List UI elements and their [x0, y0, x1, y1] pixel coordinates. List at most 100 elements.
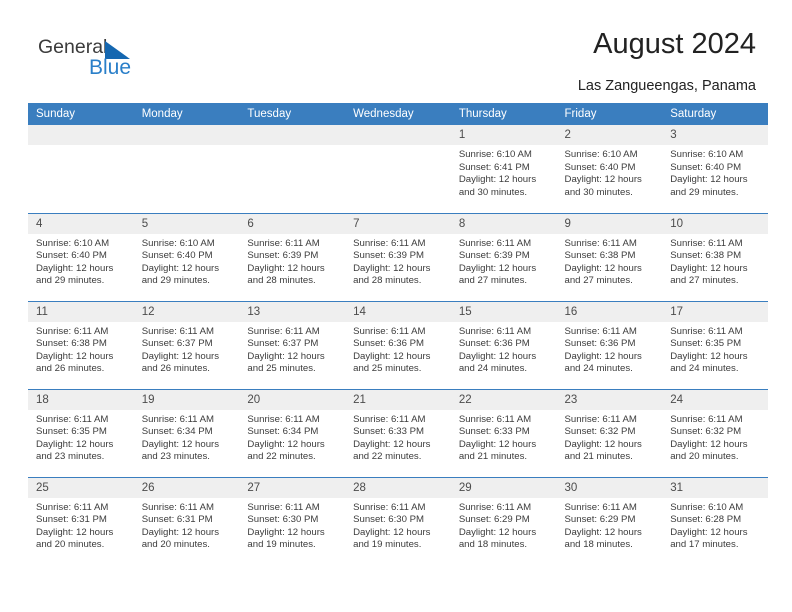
calendar-day-cell[interactable]: 28 Sunrise: 6:11 AM Sunset: 6:30 PM Dayligh… [345, 476, 451, 565]
day-details: Sunrise: 6:10 AM Sunset: 6:40 PM Daylight:… [662, 145, 768, 199]
daylight-text-line2: and 17 minutes. [670, 539, 739, 551]
sunset-text: Sunset: 6:31 PM [141, 514, 213, 526]
daylight-text-line1: Daylight: 12 hours [670, 350, 748, 362]
calendar-day-cell[interactable]: 26 Sunrise: 6:11 AM Sunset: 6:31 PM Dayligh… [133, 476, 240, 565]
day-details: Sunrise: 6:11 AM Sunset: 6:30 PM Daylight:… [239, 498, 345, 552]
calendar-day-cell[interactable]: 23 Sunrise: 6:11 AM Sunset: 6:32 PM Dayligh… [556, 388, 663, 477]
day-number: 30 [556, 477, 663, 498]
daylight-text-line1: Daylight: 12 hours [247, 350, 325, 362]
sunset-text: Sunset: 6:30 PM [247, 514, 319, 526]
sunset-text: Sunset: 6:39 PM [247, 250, 319, 262]
daylight-text-line1: Daylight: 12 hours [564, 526, 642, 538]
daylight-text-line1: Daylight: 12 hours [458, 526, 537, 538]
calendar-day-cell[interactable]: 17 Sunrise: 6:11 AM Sunset: 6:35 PM Dayligh… [662, 300, 768, 389]
weekday-header-saturday: Saturday [662, 103, 768, 125]
sunrise-text: Sunrise: 6:11 AM [458, 413, 532, 425]
day-details: Sunrise: 6:11 AM Sunset: 6:34 PM Daylight:… [239, 410, 345, 464]
daylight-text-line2: and 25 minutes. [353, 363, 422, 375]
day-number: 22 [450, 389, 557, 410]
calendar-day-cell[interactable]: 11 Sunrise: 6:11 AM Sunset: 6:38 PM Dayligh… [28, 300, 134, 389]
calendar-day-cell[interactable]: 30 Sunrise: 6:11 AM Sunset: 6:29 PM Dayligh… [556, 476, 663, 565]
day-details: Sunrise: 6:11 AM Sunset: 6:29 PM Daylight:… [557, 498, 663, 552]
day-number: 19 [133, 389, 240, 410]
day-details: Sunrise: 6:10 AM Sunset: 6:41 PM Daylight:… [451, 145, 557, 199]
day-number: 1 [450, 125, 557, 145]
day-details: Sunrise: 6:11 AM Sunset: 6:32 PM Daylight:… [557, 410, 663, 464]
sunrise-text: Sunrise: 6:10 AM [458, 149, 532, 160]
day-number: 27 [239, 477, 346, 498]
calendar-day-cell[interactable]: 16 Sunrise: 6:11 AM Sunset: 6:36 PM Dayligh… [556, 300, 663, 389]
day-details: Sunrise: 6:11 AM Sunset: 6:34 PM Daylight:… [134, 410, 240, 464]
sunset-text: Sunset: 6:33 PM [458, 426, 530, 438]
day-details: Sunrise: 6:11 AM Sunset: 6:35 PM Daylight:… [662, 322, 768, 376]
daylight-text-line1: Daylight: 12 hours [353, 350, 431, 362]
sunset-text: Sunset: 6:38 PM [564, 250, 636, 262]
sunset-text: Sunset: 6:34 PM [141, 426, 213, 438]
calendar-day-cell[interactable]: 9 Sunrise: 6:11 AM Sunset: 6:38 PM Daylight… [556, 212, 663, 301]
sunrise-text: Sunrise: 6:11 AM [247, 237, 320, 249]
day-number: 13 [239, 301, 346, 322]
sunset-text: Sunset: 6:38 PM [670, 250, 742, 262]
calendar-week-row: 18 Sunrise: 6:11 AM Sunset: 6:35 PM Dayligh… [28, 388, 768, 477]
general-blue-logo[interactable]: General Blue [38, 36, 158, 86]
calendar-day-cell[interactable]: 7 Sunrise: 6:11 AM Sunset: 6:39 PM Daylight… [345, 212, 451, 301]
day-number [239, 125, 346, 145]
sunrise-text: Sunrise: 6:11 AM [141, 325, 215, 337]
sunset-text: Sunset: 6:29 PM [564, 514, 636, 526]
calendar-day-cell[interactable]: 25 Sunrise: 6:11 AM Sunset: 6:31 PM Dayligh… [28, 476, 134, 565]
calendar-day-cell[interactable]: 19 Sunrise: 6:11 AM Sunset: 6:34 PM Dayligh… [133, 388, 240, 477]
day-details: Sunrise: 6:11 AM Sunset: 6:37 PM Daylight:… [134, 322, 240, 376]
calendar-grid: Sunday Monday Tuesday Wednesday Thursday… [28, 103, 768, 565]
calendar-day-cell[interactable]: 8 Sunrise: 6:11 AM Sunset: 6:39 PM Daylight… [450, 212, 557, 301]
calendar-day-cell[interactable]: 22 Sunrise: 6:11 AM Sunset: 6:33 PM Dayligh… [450, 388, 557, 477]
calendar-day-cell[interactable]: 15 Sunrise: 6:11 AM Sunset: 6:36 PM Dayligh… [450, 300, 557, 389]
day-details: Sunrise: 6:11 AM Sunset: 6:38 PM Daylight:… [557, 234, 663, 288]
day-number: 15 [450, 301, 557, 322]
day-details: Sunrise: 6:11 AM Sunset: 6:39 PM Daylight:… [451, 234, 557, 288]
daylight-text-line2: and 29 minutes. [670, 186, 739, 198]
calendar-day-cell[interactable]: 20 Sunrise: 6:11 AM Sunset: 6:34 PM Dayligh… [239, 388, 346, 477]
daylight-text-line2: and 25 minutes. [247, 363, 316, 375]
day-number: 9 [556, 213, 663, 234]
calendar-day-cell[interactable]: 3 Sunrise: 6:10 AM Sunset: 6:40 PM Daylight… [662, 125, 768, 213]
calendar-day-cell[interactable]: 2 Sunrise: 6:10 AM Sunset: 6:40 PM Daylight… [556, 125, 663, 213]
calendar-day-cell[interactable]: 5 Sunrise: 6:10 AM Sunset: 6:40 PM Daylight… [133, 212, 240, 301]
sunrise-text: Sunrise: 6:10 AM [670, 501, 744, 513]
daylight-text-line2: and 18 minutes. [564, 539, 633, 551]
calendar-day-cell[interactable]: 29 Sunrise: 6:11 AM Sunset: 6:29 PM Dayligh… [450, 476, 557, 565]
day-number [133, 125, 240, 145]
daylight-text-line2: and 27 minutes. [458, 275, 528, 287]
day-details: Sunrise: 6:11 AM Sunset: 6:30 PM Daylight:… [345, 498, 451, 552]
day-number: 12 [133, 301, 240, 322]
day-details: Sunrise: 6:11 AM Sunset: 6:38 PM Daylight:… [662, 234, 768, 288]
day-details: Sunrise: 6:10 AM Sunset: 6:40 PM Daylight:… [557, 145, 663, 199]
calendar-day-cell[interactable]: 12 Sunrise: 6:11 AM Sunset: 6:37 PM Dayligh… [133, 300, 240, 389]
calendar-day-cell[interactable]: 24 Sunrise: 6:11 AM Sunset: 6:32 PM Dayligh… [662, 388, 768, 477]
calendar-weekday-header: Sunday Monday Tuesday Wednesday Thursday… [28, 103, 768, 125]
daylight-text-line2: and 30 minutes. [564, 186, 633, 198]
sunrise-text: Sunrise: 6:11 AM [564, 413, 637, 425]
sunrise-text: Sunrise: 6:10 AM [141, 237, 215, 249]
daylight-text-line1: Daylight: 12 hours [353, 526, 431, 538]
sunrise-text: Sunrise: 6:11 AM [564, 237, 637, 249]
sunset-text: Sunset: 6:36 PM [353, 338, 425, 350]
sunrise-text: Sunrise: 6:11 AM [36, 501, 109, 513]
sunrise-text: Sunrise: 6:11 AM [141, 413, 215, 425]
calendar-day-cell[interactable]: 14 Sunrise: 6:11 AM Sunset: 6:36 PM Dayligh… [345, 300, 451, 389]
calendar-day-cell[interactable]: 10 Sunrise: 6:11 AM Sunset: 6:38 PM Dayligh… [662, 212, 768, 301]
sunset-text: Sunset: 6:29 PM [458, 514, 530, 526]
sunset-text: Sunset: 6:34 PM [247, 426, 319, 438]
weekday-header-wednesday: Wednesday [345, 103, 451, 125]
calendar-day-cell[interactable]: 4 Sunrise: 6:10 AM Sunset: 6:40 PM Daylight… [28, 212, 134, 301]
daylight-text-line1: Daylight: 12 hours [458, 438, 537, 450]
calendar-day-cell[interactable]: 13 Sunrise: 6:11 AM Sunset: 6:37 PM Dayligh… [239, 300, 346, 389]
calendar-day-cell[interactable]: 31 Sunrise: 6:10 AM Sunset: 6:28 PM Dayligh… [662, 476, 768, 565]
calendar-day-cell[interactable]: 1 Sunrise: 6:10 AM Sunset: 6:41 PM Daylight… [450, 125, 557, 213]
calendar-day-cell[interactable]: 18 Sunrise: 6:11 AM Sunset: 6:35 PM Dayligh… [28, 388, 134, 477]
calendar-day-cell[interactable]: 21 Sunrise: 6:11 AM Sunset: 6:33 PM Dayligh… [345, 388, 451, 477]
day-number: 10 [662, 213, 768, 234]
sunset-text: Sunset: 6:32 PM [670, 426, 742, 438]
calendar-day-cell[interactable]: 27 Sunrise: 6:11 AM Sunset: 6:30 PM Dayligh… [239, 476, 346, 565]
calendar-day-cell[interactable]: 6 Sunrise: 6:11 AM Sunset: 6:39 PM Daylight… [239, 212, 346, 301]
daylight-text-line2: and 29 minutes. [36, 275, 105, 287]
